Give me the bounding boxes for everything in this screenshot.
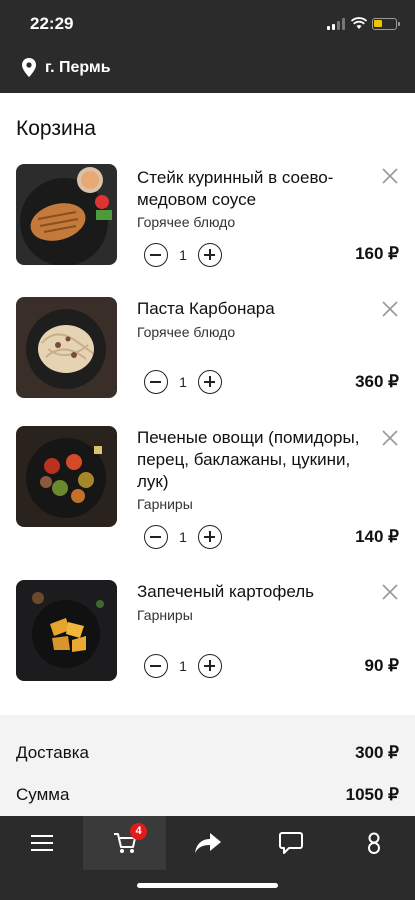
order-summary: Доставка 300 ₽ Сумма 1050 ₽ <box>0 715 415 816</box>
home-indicator <box>137 883 278 888</box>
delivery-row: Доставка 300 ₽ <box>16 743 399 763</box>
item-price: 160 ₽ <box>355 244 399 263</box>
remove-item-icon[interactable] <box>381 167 399 185</box>
location-selector[interactable]: г. Пермь <box>22 58 111 77</box>
decrease-button[interactable] <box>144 370 168 394</box>
delivery-value: 300 ₽ <box>355 743 399 762</box>
quantity-value: 1 <box>179 529 187 545</box>
item-category: Горячее блюдо <box>137 214 236 230</box>
increase-button[interactable] <box>198 654 222 678</box>
chat-icon <box>278 832 303 854</box>
baked-potatoes-image <box>16 580 117 681</box>
item-name: Стейк куринный в соево-медовом соусе <box>137 168 334 209</box>
page-title: Корзина <box>16 117 96 140</box>
quantity-stepper: 1 <box>144 243 222 267</box>
item-price: 140 ₽ <box>355 527 399 546</box>
increase-button[interactable] <box>198 525 222 549</box>
signal-icon <box>327 18 345 30</box>
nav-share[interactable] <box>166 816 249 870</box>
item-price: 90 ₽ <box>364 656 399 675</box>
status-time: 22:29 <box>30 14 74 33</box>
cart-content: Корзина Стейк куринный в соево-медовом с… <box>0 93 415 715</box>
nav-menu[interactable] <box>0 816 83 870</box>
location-label: г. Пермь <box>45 58 111 76</box>
item-name: Печеные овощи (помидоры, перец, баклажан… <box>137 428 360 491</box>
quantity-stepper: 1 <box>144 525 222 549</box>
sum-row: Сумма 1050 ₽ <box>16 785 399 805</box>
remove-item-icon[interactable] <box>381 429 399 447</box>
quantity-stepper: 1 <box>144 654 222 678</box>
quantity-value: 1 <box>179 658 187 674</box>
nav-chat[interactable] <box>249 816 332 870</box>
item-category: Гарниры <box>137 607 193 623</box>
pasta-image <box>16 297 117 398</box>
item-name: Запеченый картофель <box>137 582 315 601</box>
remove-item-icon[interactable] <box>381 583 399 601</box>
location-pin-icon <box>22 58 36 77</box>
share-icon <box>194 833 221 853</box>
delivery-label: Доставка <box>16 743 90 762</box>
item-name: Паста Карбонара <box>137 299 275 318</box>
quantity-value: 1 <box>179 374 187 390</box>
menu-icon <box>30 835 53 851</box>
quantity-stepper: 1 <box>144 370 222 394</box>
chicken-steak-image <box>16 164 117 265</box>
top-bar: 22:29 г. Пермь <box>0 0 415 93</box>
increase-button[interactable] <box>198 243 222 267</box>
decrease-button[interactable] <box>144 525 168 549</box>
wifi-icon <box>351 17 367 29</box>
nav-profile[interactable] <box>332 816 415 870</box>
item-category: Горячее блюдо <box>137 324 236 340</box>
item-price: 360 ₽ <box>355 372 399 391</box>
battery-icon <box>372 18 400 30</box>
item-category: Гарниры <box>137 496 193 512</box>
sum-value: 1050 ₽ <box>345 785 399 804</box>
decrease-button[interactable] <box>144 654 168 678</box>
profile-icon <box>367 832 380 854</box>
sum-label: Сумма <box>16 785 70 804</box>
remove-item-icon[interactable] <box>381 300 399 318</box>
quantity-value: 1 <box>179 247 187 263</box>
baked-vegetables-image <box>16 426 117 527</box>
nav-cart[interactable]: 4 <box>83 816 166 870</box>
cart-count-badge: 4 <box>130 823 147 840</box>
increase-button[interactable] <box>198 370 222 394</box>
decrease-button[interactable] <box>144 243 168 267</box>
